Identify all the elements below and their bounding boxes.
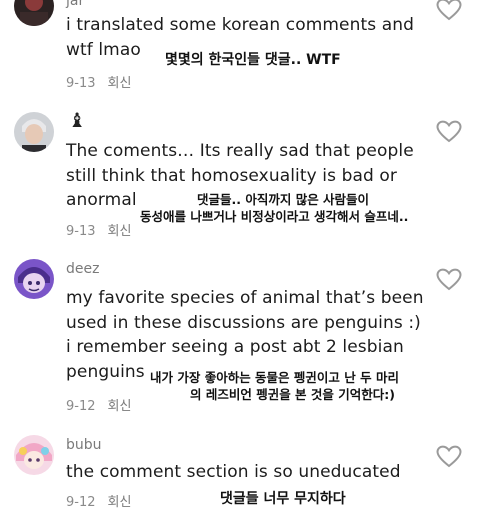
- translation-overlay: 의 레즈비언 펭귄을 본 것을 기억한다:): [190, 387, 395, 402]
- comment-text: the comment section is so uneducated: [66, 462, 401, 482]
- comment-date: 9-13: [66, 76, 96, 91]
- comment-username[interactable]: jar: [66, 0, 84, 9]
- reply-button[interactable]: 회신: [108, 495, 132, 510]
- avatar[interactable]: [14, 112, 54, 152]
- heart-icon[interactable]: [436, 268, 462, 292]
- avatar[interactable]: [14, 0, 54, 26]
- translation-overlay: 몇몇의 한국인들 댓글.. WTF: [165, 52, 341, 68]
- comment-date: 9-12: [66, 399, 96, 414]
- translation-overlay: 댓글들 너무 무지하다: [220, 491, 346, 507]
- comment-meta: 9-13 회신: [66, 220, 131, 239]
- comment-username[interactable]: deez: [66, 261, 99, 277]
- reply-button[interactable]: 회신: [108, 224, 132, 239]
- comment-meta: 9-13 회신: [66, 72, 131, 91]
- translation-overlay: 댓글들.. 아직까지 많은 사람들이: [197, 192, 370, 207]
- comment-username[interactable]: ♝: [68, 108, 86, 132]
- reply-button[interactable]: 회신: [108, 399, 132, 414]
- avatar[interactable]: [14, 435, 54, 475]
- heart-icon[interactable]: [436, 120, 462, 144]
- reply-button[interactable]: 회신: [108, 76, 132, 91]
- comment-date: 9-12: [66, 495, 96, 510]
- heart-icon[interactable]: [436, 0, 462, 22]
- comment-date: 9-13: [66, 224, 96, 239]
- heart-icon[interactable]: [436, 445, 462, 469]
- comment-meta: 9-12 회신: [66, 491, 131, 510]
- comment-meta: 9-12 회신: [66, 395, 131, 414]
- avatar[interactable]: [14, 259, 54, 299]
- comment-username[interactable]: bubu: [66, 437, 102, 453]
- translation-overlay: 동성애를 나쁘거나 비정상이라고 생각해서 슬프네..: [140, 209, 409, 224]
- translation-overlay: 내가 가장 좋아하는 동물은 펭귄이고 난 두 마리: [150, 370, 399, 385]
